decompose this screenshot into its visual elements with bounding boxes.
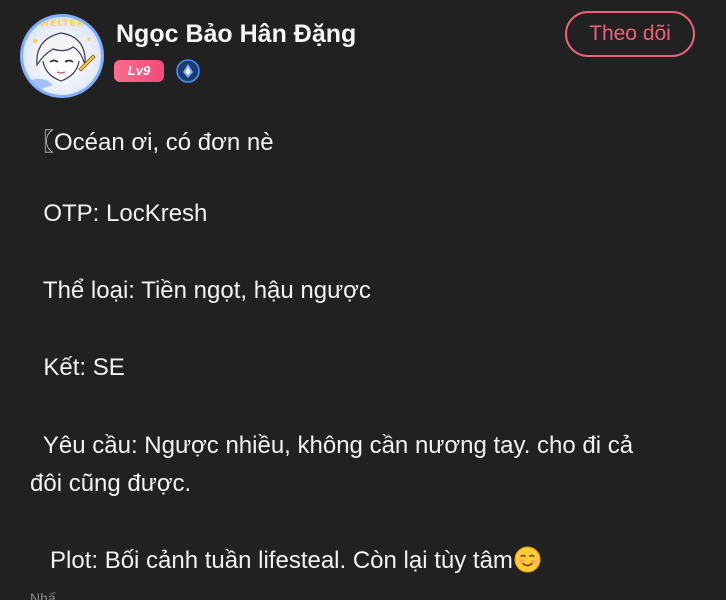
post-line-ending: Kết: SE (30, 354, 125, 381)
follow-button[interactable]: Theo dõi (565, 11, 695, 57)
post-line-greeting: 〖Océan ơi, có đơn nè (30, 129, 274, 156)
avatar-frame-label: WELTER (39, 19, 85, 29)
username[interactable]: Ngọc Bảo Hân Đặng (116, 20, 356, 49)
user-avatar[interactable]: WELTER (20, 14, 104, 98)
smiling-face-icon (514, 546, 541, 573)
level-badge: Lv9 (114, 60, 164, 82)
verified-author-icon (176, 59, 200, 83)
post-line-genre: Thể loại: Tiền ngọt, hậu ngược (30, 277, 371, 304)
post-line-plot: Plot: Bối cảnh tuần lifesteal. Còn lại t… (30, 546, 541, 575)
post-line-otp: OTP: LocKresh (30, 200, 208, 227)
truncated-text: Nhấ... (30, 590, 68, 600)
post-line-plot-text: Plot: Bối cảnh tuần lifesteal. Còn lại t… (30, 547, 513, 574)
post-line-request-cont: đôi cũng được. (30, 470, 192, 497)
post-line-request: Yêu cầu: Ngược nhiều, không cần nương ta… (30, 432, 634, 459)
post-page: WELTER Ngọc Bảo Hân Đặng Lv9 Theo dõi 〖O… (0, 0, 726, 600)
